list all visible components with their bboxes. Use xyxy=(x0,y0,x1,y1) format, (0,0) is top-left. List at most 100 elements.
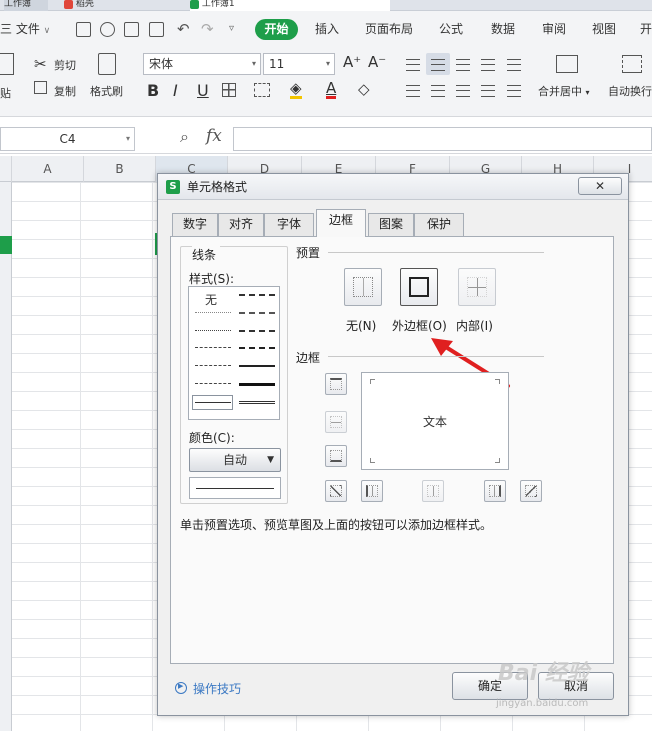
row-header-selected[interactable] xyxy=(0,236,12,254)
line-preview xyxy=(189,477,281,499)
line-style-medium-dashdotdot[interactable] xyxy=(239,294,275,296)
borders-icon[interactable] xyxy=(222,83,236,97)
preset-inside-button[interactable] xyxy=(458,268,496,306)
format-painter-button[interactable]: 格式刷 xyxy=(90,83,123,99)
undo-icon[interactable]: ↶ xyxy=(177,11,190,47)
clear-format-icon[interactable]: ◇ xyxy=(358,80,370,98)
bold-button[interactable]: B xyxy=(147,81,159,100)
font-color-icon[interactable]: A xyxy=(326,80,337,99)
tab-data[interactable]: 数据 xyxy=(491,11,515,47)
border-diagonal-up-button[interactable] xyxy=(325,480,347,502)
format-cells-dialog: S 单元格格式 ✕ 数字 对齐 字体 边框 图案 保护 线条 样式(S): 无 xyxy=(157,173,629,716)
border-bottom-button[interactable] xyxy=(325,445,347,467)
print-icon[interactable] xyxy=(124,22,139,37)
fill-color-icon[interactable]: ◈ xyxy=(290,80,302,99)
font-grow-button[interactable]: A⁺ xyxy=(343,53,361,71)
print-preview-icon[interactable] xyxy=(149,22,164,37)
indent-increase-icon[interactable] xyxy=(507,59,521,71)
line-style-dotted[interactable] xyxy=(195,330,231,331)
name-box[interactable]: C4 ▾ xyxy=(0,127,135,151)
font-shrink-button[interactable]: A⁻ xyxy=(368,53,386,71)
redo-icon[interactable]: ↷ xyxy=(201,11,214,47)
tab-home[interactable]: 开始 xyxy=(255,19,298,40)
column-header-b[interactable]: B xyxy=(84,156,156,182)
save-icon[interactable] xyxy=(76,22,91,37)
paste-icon[interactable] xyxy=(0,53,14,75)
tab-view[interactable]: 视图 xyxy=(592,11,616,47)
border-inside-horizontal-button[interactable] xyxy=(325,411,347,433)
tab-patterns[interactable]: 图案 xyxy=(368,213,414,236)
tab-font[interactable]: 字体 xyxy=(264,213,314,236)
border-section-label: 边框 xyxy=(296,349,325,366)
border-inside-vertical-button[interactable] xyxy=(422,480,444,502)
line-style-dash-thin[interactable] xyxy=(195,383,231,384)
color-dropdown[interactable]: 自动 ▼ xyxy=(189,448,281,472)
line-style-hair[interactable] xyxy=(195,312,231,313)
border-top-button[interactable] xyxy=(325,373,347,395)
file-tab-workbook1[interactable]: 工作簿1 xyxy=(190,0,390,11)
file-tab-docer[interactable]: 稻壳 xyxy=(64,0,144,11)
line-style-list[interactable]: 无 xyxy=(188,286,280,420)
sheet-icon xyxy=(190,0,199,9)
tab-page-layout[interactable]: 页面布局 xyxy=(365,11,413,47)
line-style-dashdot-thin[interactable] xyxy=(195,347,231,348)
zoom-search-icon[interactable]: ⌕ xyxy=(180,127,189,147)
close-button[interactable]: ✕ xyxy=(578,177,622,195)
tips-link[interactable]: 操作技巧 xyxy=(193,680,241,697)
align-right-icon[interactable] xyxy=(456,85,470,97)
border-left-button[interactable] xyxy=(361,480,383,502)
preset-none-button[interactable] xyxy=(344,268,382,306)
select-all-corner[interactable] xyxy=(0,156,12,182)
dialog-title-bar[interactable]: S 单元格格式 ✕ xyxy=(158,174,628,200)
tab-protection[interactable]: 保护 xyxy=(414,213,464,236)
watermark-url: jingyan.baidu.com xyxy=(496,698,589,709)
file-menu[interactable]: 三 文件 ∨ xyxy=(0,11,50,47)
align-bottom-icon[interactable] xyxy=(456,59,470,71)
preset-outline-button[interactable] xyxy=(400,268,438,306)
preview-corner-br xyxy=(495,458,500,463)
italic-button[interactable]: I xyxy=(173,81,178,100)
formula-input[interactable] xyxy=(233,127,652,151)
line-style-none[interactable]: 无 xyxy=(205,291,217,308)
line-style-slanted-dashdot[interactable] xyxy=(239,312,275,314)
line-style-thin[interactable] xyxy=(195,402,231,403)
align-center-icon[interactable] xyxy=(431,85,445,97)
line-style-medium[interactable] xyxy=(239,365,275,367)
merge-center-button[interactable]: 合并居中 ▾ xyxy=(538,83,590,99)
align-left-icon[interactable] xyxy=(406,85,420,97)
export-icon[interactable] xyxy=(100,22,115,37)
border-right-button[interactable] xyxy=(484,480,506,502)
quick-access-dropdown-icon[interactable]: ▿ xyxy=(229,11,234,47)
font-name-value: 宋体 xyxy=(149,57,174,71)
border-diagonal-down-button[interactable] xyxy=(520,480,542,502)
tab-review[interactable]: 审阅 xyxy=(542,11,566,47)
border-preview-area[interactable]: 文本 xyxy=(361,372,509,470)
tab-insert[interactable]: 插入 xyxy=(315,11,339,47)
font-size-combo[interactable]: 11 ▾ xyxy=(263,53,335,75)
font-name-combo[interactable]: 宋体 ▾ xyxy=(143,53,261,75)
tab-alignment[interactable]: 对齐 xyxy=(218,213,264,236)
tab-border[interactable]: 边框 xyxy=(316,209,366,237)
fill-icon[interactable] xyxy=(254,83,270,97)
cell-ref-value: C4 xyxy=(59,132,76,146)
tab-formulas[interactable]: 公式 xyxy=(439,11,463,47)
file-tab-workbook[interactable]: 工作簿 xyxy=(4,0,48,11)
cut-button[interactable]: 剪切 xyxy=(54,57,76,73)
align-justify-icon[interactable] xyxy=(481,85,495,97)
tab-number[interactable]: 数字 xyxy=(172,213,218,236)
line-style-dashdotdot-thin[interactable] xyxy=(195,365,231,366)
tab-more[interactable]: 开 xyxy=(640,11,652,47)
line-style-thick[interactable] xyxy=(239,383,275,386)
column-header-a[interactable]: A xyxy=(12,156,84,182)
copy-button[interactable]: 复制 xyxy=(54,83,76,99)
underline-button[interactable]: U xyxy=(197,81,209,100)
indent-decrease-icon[interactable] xyxy=(481,59,495,71)
line-style-medium-dashdot[interactable] xyxy=(239,330,275,332)
distributed-align-icon[interactable] xyxy=(507,85,521,97)
fx-label[interactable]: fx xyxy=(206,126,222,146)
line-style-double[interactable] xyxy=(239,401,275,404)
align-top-icon[interactable] xyxy=(406,59,420,71)
line-style-medium-dash[interactable] xyxy=(239,347,275,349)
wrap-text-button[interactable]: 自动换行 xyxy=(608,83,652,99)
paste-button[interactable]: 贴 xyxy=(0,85,11,101)
